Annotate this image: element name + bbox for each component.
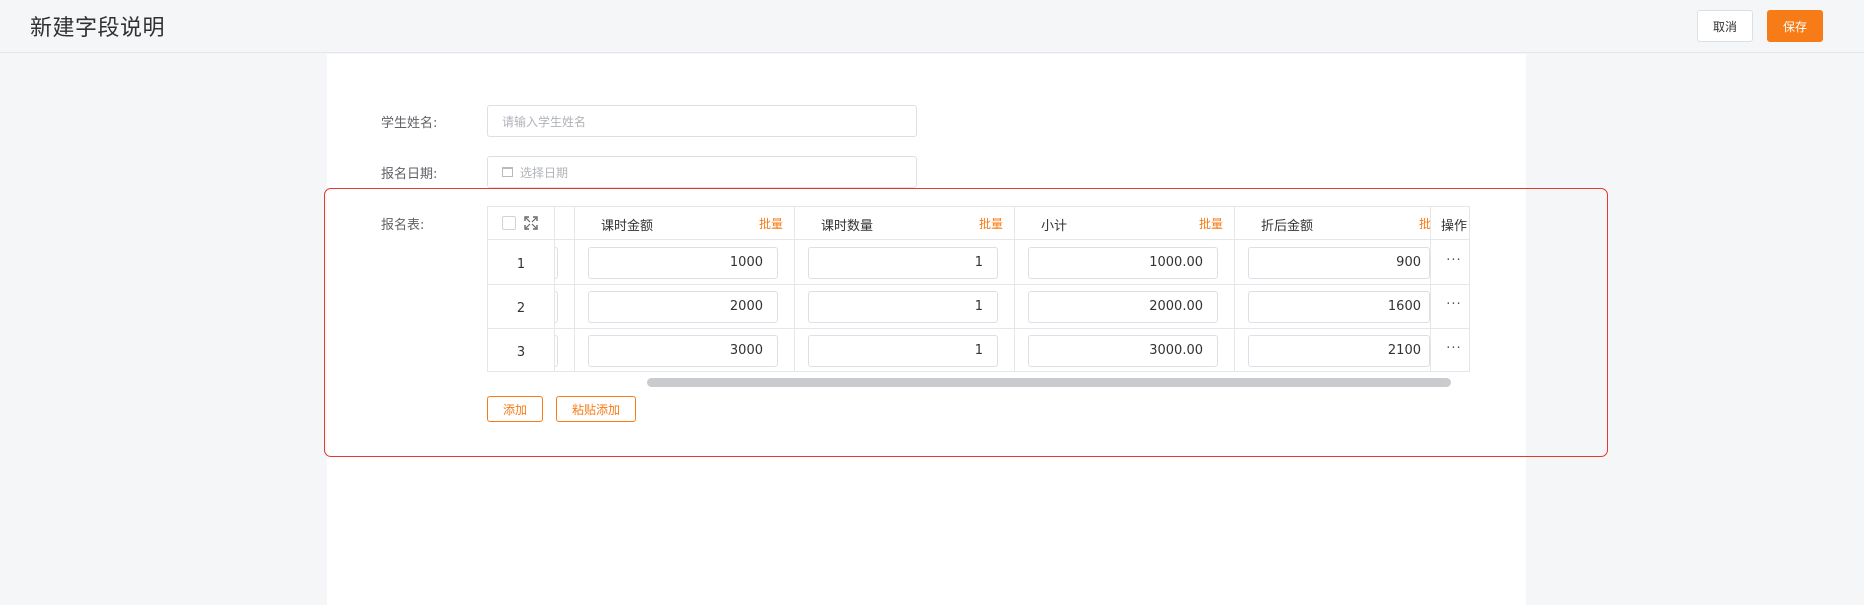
subtotal-input[interactable]: 3000.00 [1028, 335, 1218, 367]
paste-add-button[interactable]: 粘贴添加 [556, 396, 636, 422]
expand-icon[interactable] [524, 216, 538, 230]
col-divider [794, 207, 795, 371]
row-divider [488, 328, 1469, 329]
col-header-subtotal: 小计 [1041, 219, 1068, 234]
page-title: 新建字段说明 [30, 16, 166, 41]
col-header-action: 操作 [1436, 215, 1468, 234]
amount-input[interactable]: 2000 [588, 291, 778, 323]
cancel-button[interactable]: 取消 [1697, 10, 1753, 42]
enroll-table-label: 报名表: [381, 218, 425, 233]
hidden-column-input[interactable] [555, 247, 558, 279]
add-row-button[interactable]: 添加 [487, 396, 543, 422]
table-horizontal-scrollbar[interactable] [647, 378, 1451, 387]
table-header: 课时金额 批量 课时数量 批量 小计 批量 折后金额 批量 操作 [488, 207, 1469, 240]
row-index: 1 [516, 257, 526, 272]
enroll-table: 课时金额 批量 课时数量 批量 小计 批量 折后金额 批量 操作 1 1000 … [487, 206, 1470, 372]
hidden-column-input[interactable] [555, 335, 558, 367]
quantity-input[interactable]: 1 [808, 335, 998, 367]
calendar-icon [502, 167, 513, 177]
discount-input[interactable]: 2100 [1248, 335, 1430, 367]
hidden-column-input[interactable] [555, 291, 558, 323]
col-divider [1014, 207, 1015, 371]
select-all-checkbox[interactable] [502, 216, 516, 230]
col-divider [574, 207, 575, 371]
quantity-input[interactable]: 1 [808, 291, 998, 323]
more-icon[interactable]: ··· [1442, 297, 1466, 312]
amount-input[interactable]: 3000 [588, 335, 778, 367]
row-index: 3 [516, 345, 526, 360]
student-name-label: 学生姓名: [381, 116, 438, 131]
more-icon[interactable]: ··· [1442, 253, 1466, 268]
subtotal-input[interactable]: 1000.00 [1028, 247, 1218, 279]
row-divider [488, 284, 1469, 285]
discount-input[interactable]: 1600 [1248, 291, 1430, 323]
amount-input[interactable]: 1000 [588, 247, 778, 279]
top-bar: 新建字段说明 取消 保存 [0, 0, 1864, 53]
batch-quantity-link[interactable]: 批量 [979, 215, 1003, 232]
col-divider [1234, 207, 1235, 371]
col-divider [1430, 207, 1431, 371]
enroll-date-placeholder: 选择日期 [520, 165, 569, 180]
discount-input[interactable]: 900 [1248, 247, 1430, 279]
enroll-date-input[interactable]: 选择日期 [487, 156, 917, 188]
student-name-input[interactable]: 请输入学生姓名 [487, 105, 917, 137]
row-index: 2 [516, 301, 526, 316]
col-header-amount: 课时金额 [601, 219, 654, 234]
subtotal-input[interactable]: 2000.00 [1028, 291, 1218, 323]
col-header-quantity: 课时数量 [821, 219, 874, 234]
more-icon[interactable]: ··· [1442, 341, 1466, 356]
enroll-date-label: 报名日期: [381, 167, 438, 182]
quantity-input[interactable]: 1 [808, 247, 998, 279]
batch-amount-link[interactable]: 批量 [759, 215, 783, 232]
save-button[interactable]: 保存 [1767, 10, 1823, 42]
batch-subtotal-link[interactable]: 批量 [1199, 215, 1223, 232]
col-header-discount: 折后金额 [1261, 219, 1314, 234]
